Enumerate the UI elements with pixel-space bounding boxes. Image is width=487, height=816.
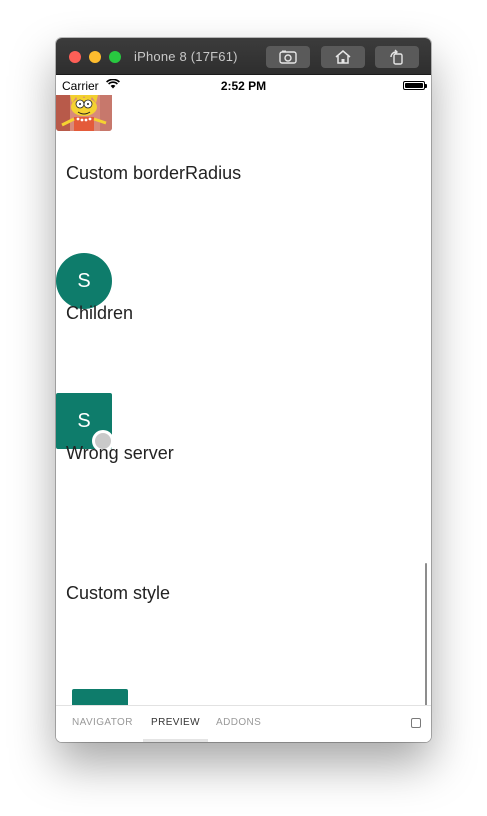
storybook-tab-bar: NAVIGATOR PREVIEW ADDONS <box>56 705 431 742</box>
section-title-custom-style: Custom style <box>66 583 171 603</box>
minimize-window-button[interactable] <box>89 51 101 63</box>
section-title-wrong-server: Wrong server <box>66 443 174 463</box>
device-screen: Carrier 2:52 PM Custom borderRadius S Ch… <box>56 75 431 742</box>
battery-icon <box>403 81 427 90</box>
close-window-button[interactable] <box>69 51 81 63</box>
avatar-round: S <box>56 253 112 309</box>
image-avatar <box>56 95 112 131</box>
fullscreen-toggle-icon[interactable] <box>411 718 421 728</box>
tab-addons[interactable]: ADDONS <box>216 717 261 728</box>
rotate-button[interactable] <box>375 46 419 68</box>
avatar-letter: S <box>77 409 91 432</box>
section-title-custom-border-radius: Custom borderRadius <box>66 163 242 183</box>
screenshot-icon <box>279 50 297 64</box>
status-bar: Carrier 2:52 PM <box>56 75 431 95</box>
zoom-window-button[interactable] <box>109 51 121 63</box>
home-button[interactable] <box>321 46 365 68</box>
story-preview-content[interactable]: Custom borderRadius S Children S Wrong s… <box>56 95 431 705</box>
home-icon <box>335 50 351 64</box>
tab-navigator[interactable]: NAVIGATOR <box>72 717 133 728</box>
simulator-window: iPhone 8 (17F61) Carrier 2:52 PM Custom … <box>56 38 431 742</box>
window-titlebar: iPhone 8 (17F61) <box>56 38 431 75</box>
active-tab-indicator <box>143 739 208 742</box>
section-title-children: Children <box>66 303 134 323</box>
rotate-icon <box>390 49 403 65</box>
window-title: iPhone 8 (17F61) <box>134 49 238 64</box>
avatar-letter: S <box>77 269 91 292</box>
avatar-custom-style: S <box>72 689 128 705</box>
status-time: 2:52 PM <box>220 79 267 93</box>
vertical-scrollbar[interactable] <box>425 563 427 705</box>
tab-preview[interactable]: PREVIEW <box>151 717 200 728</box>
screenshot-button[interactable] <box>266 46 310 68</box>
